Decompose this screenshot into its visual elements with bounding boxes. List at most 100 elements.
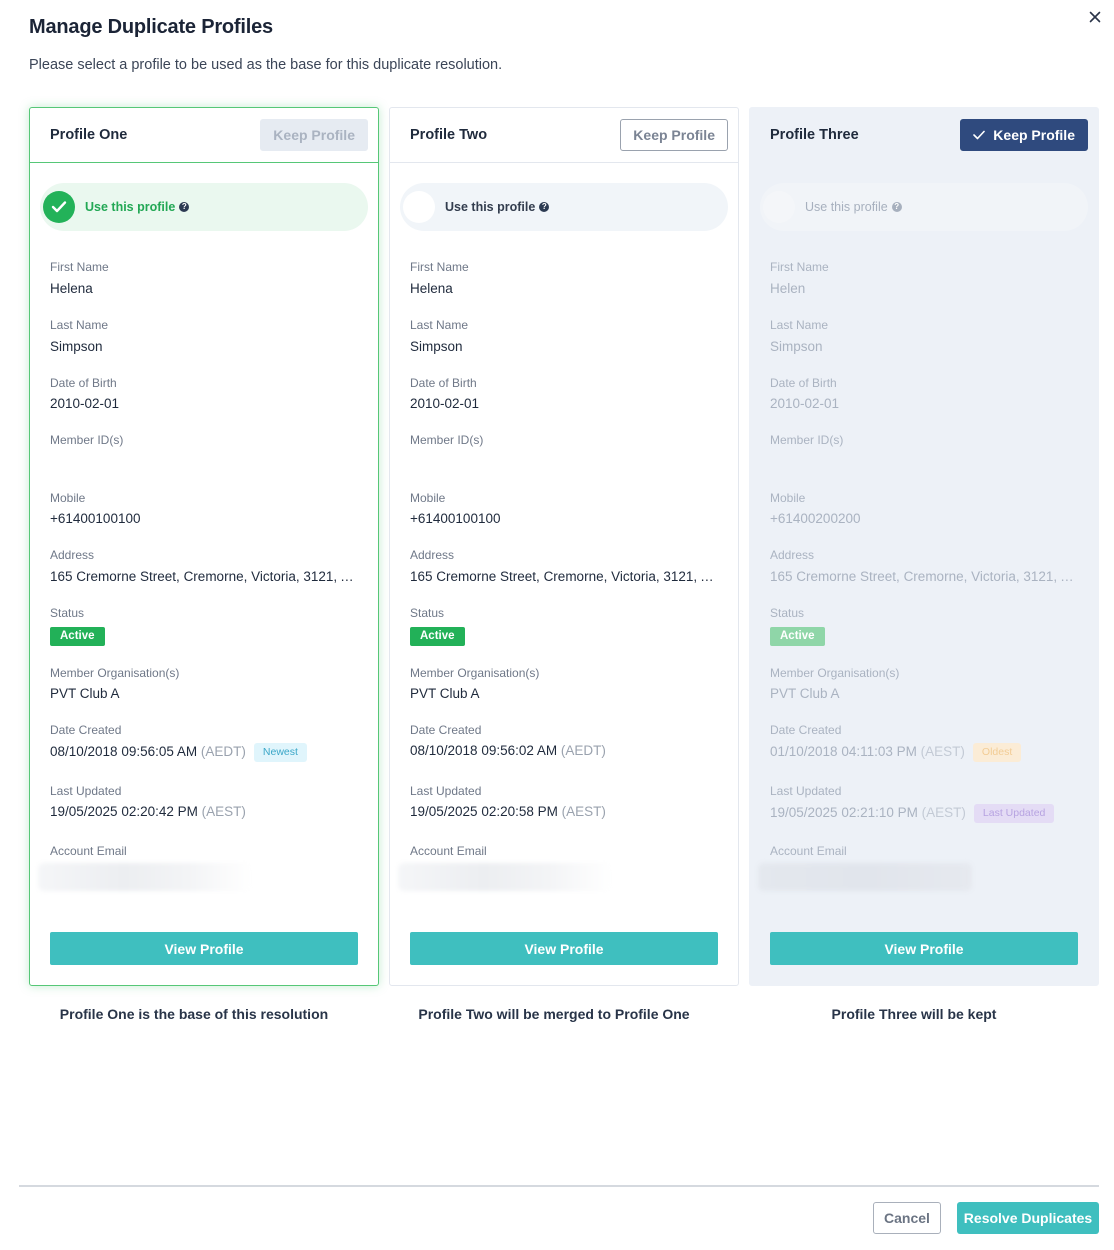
member-orgs-label: Member Organisation(s)	[50, 666, 180, 680]
close-icon[interactable]	[1086, 8, 1104, 26]
timezone-text: (AEDT)	[560, 743, 606, 758]
radio-checked-indicator	[43, 191, 75, 223]
address-value: 165 Cremorne Street, Cremorne, Victoria,…	[410, 569, 720, 584]
last-updated-label: Last Updated	[50, 784, 122, 798]
use-this-profile-label: Use this profile	[805, 200, 888, 214]
info-icon[interactable]: ?	[891, 202, 902, 212]
last-updated-value: 19/05/2025 02:20:58 PM (AEST)	[410, 804, 606, 819]
mobile-label: Mobile	[50, 491, 86, 505]
last-updated-value: 19/05/2025 02:20:42 PM (AEST)	[50, 804, 246, 819]
modal-subtitle: Please select a profile to be used as th…	[29, 57, 503, 73]
date-created-label: Date Created	[770, 723, 842, 737]
profile-card-three: Profile Three Keep Profile Use this prof…	[749, 107, 1099, 986]
date-created-value: 01/10/2018 04:11:03 PM (AEST) Oldest	[770, 743, 1022, 762]
use-this-profile-label: Use this profile	[445, 200, 536, 214]
profile-card-two: Profile Two Keep Profile Use this profil…	[389, 107, 739, 986]
profile-one-caption: Profile One is the base of this resoluti…	[59, 1006, 329, 1022]
use-this-profile-radio[interactable]: Use this profile?	[400, 183, 728, 231]
keep-profile-button[interactable]: Keep Profile	[260, 119, 368, 151]
last-name-label: Last Name	[770, 318, 829, 332]
account-email-redacted	[758, 863, 972, 891]
status-label: Status	[410, 606, 445, 620]
first-name-label: First Name	[770, 260, 829, 274]
mobile-label: Mobile	[770, 491, 806, 505]
timezone-text: (AEST)	[561, 804, 606, 819]
date-created-label: Date Created	[50, 723, 122, 737]
status-label: Status	[50, 606, 85, 620]
radio-unchecked-indicator	[763, 191, 795, 223]
address-value: 165 Cremorne Street, Cremorne, Victoria,…	[50, 569, 360, 584]
profile-two-caption: Profile Two will be merged to Profile On…	[418, 1006, 690, 1022]
timezone-text: (AEST)	[921, 805, 966, 821]
view-profile-button[interactable]: View Profile	[50, 932, 358, 965]
newest-tag: Newest	[253, 743, 307, 762]
last-updated-text: 19/05/2025 02:21:10 PM	[770, 805, 918, 821]
status-badge: Active	[410, 627, 465, 646]
last-name-value: Simpson	[410, 339, 463, 354]
first-name-label: First Name	[410, 260, 469, 274]
first-name-value: Helena	[410, 281, 453, 296]
account-email-label: Account Email	[50, 844, 127, 858]
info-icon[interactable]: ?	[179, 202, 190, 212]
last-updated-label: Last Updated	[410, 784, 482, 798]
account-email-redacted	[38, 863, 252, 891]
use-this-profile-radio[interactable]: Use this profile?	[760, 183, 1088, 231]
last-name-label: Last Name	[50, 318, 109, 332]
dob-label: Date of Birth	[50, 376, 117, 390]
footer-divider	[19, 1185, 1099, 1187]
use-this-profile-label: Use this profile	[85, 200, 176, 214]
keep-profile-label: Keep Profile	[273, 127, 355, 143]
view-profile-button[interactable]: View Profile	[410, 932, 718, 965]
profile-three-caption: Profile Three will be kept	[831, 1006, 997, 1022]
date-created-value: 08/10/2018 09:56:02 AM (AEDT)	[410, 743, 606, 758]
last-updated-text: 19/05/2025 02:20:42 PM	[50, 804, 198, 819]
modal-title: Manage Duplicate Profiles	[29, 16, 273, 38]
card-header: Profile One Keep Profile	[30, 108, 378, 163]
profile-card-one: Profile One Keep Profile Use this profil…	[29, 107, 379, 986]
card-header: Profile Three Keep Profile	[750, 108, 1098, 163]
date-created-label: Date Created	[410, 723, 482, 737]
mobile-value: +61400100100	[50, 511, 141, 526]
address-label: Address	[410, 548, 455, 562]
info-icon[interactable]: ?	[539, 202, 550, 212]
keep-profile-button[interactable]: Keep Profile	[620, 119, 728, 151]
radio-unchecked-indicator	[403, 191, 435, 223]
mobile-label: Mobile	[410, 491, 446, 505]
first-name-label: First Name	[50, 260, 109, 274]
date-created-text: 01/10/2018 04:11:03 PM	[770, 744, 917, 760]
last-name-value: Simpson	[50, 339, 103, 354]
status-label: Status	[770, 606, 805, 620]
member-orgs-value: PVT Club A	[770, 686, 840, 701]
date-created-text: 08/10/2018 09:56:02 AM	[410, 743, 558, 758]
keep-profile-label: Keep Profile	[993, 127, 1075, 143]
date-created-value: 08/10/2018 09:56:05 AM (AEDT) Newest	[50, 743, 307, 762]
account-email-label: Account Email	[770, 844, 847, 858]
dob-label: Date of Birth	[770, 376, 837, 390]
member-ids-label: Member ID(s)	[50, 433, 124, 447]
timezone-text: (AEST)	[201, 804, 246, 819]
use-this-profile-radio[interactable]: Use this profile?	[40, 183, 368, 231]
status-badge: Active	[770, 627, 825, 646]
first-name-value: Helen	[770, 281, 806, 296]
view-profile-button[interactable]: View Profile	[770, 932, 1078, 965]
keep-profile-button[interactable]: Keep Profile	[960, 119, 1088, 151]
check-icon	[973, 130, 986, 140]
dob-value: 2010-02-01	[50, 396, 120, 411]
address-value: 165 Cremorne Street, Cremorne, Victoria,…	[770, 569, 1080, 584]
manage-duplicates-modal: Manage Duplicate Profiles Please select …	[0, 0, 1114, 1250]
first-name-value: Helena	[50, 281, 93, 296]
cancel-button[interactable]: Cancel	[873, 1202, 941, 1234]
timezone-text: (AEST)	[920, 744, 965, 760]
address-label: Address	[770, 548, 815, 562]
last-updated-label: Last Updated	[770, 784, 842, 798]
timezone-text: (AEDT)	[200, 744, 246, 760]
account-email-redacted	[398, 863, 612, 891]
card-title: Profile Three	[770, 127, 859, 143]
last-name-label: Last Name	[410, 318, 469, 332]
last-updated-value: 19/05/2025 02:21:10 PM (AEST) Last Update…	[770, 804, 1055, 823]
account-email-label: Account Email	[410, 844, 487, 858]
resolve-duplicates-button[interactable]: Resolve Duplicates	[957, 1202, 1099, 1234]
member-orgs-label: Member Organisation(s)	[410, 666, 540, 680]
member-orgs-value: PVT Club A	[50, 686, 120, 701]
card-header: Profile Two Keep Profile	[390, 108, 738, 163]
